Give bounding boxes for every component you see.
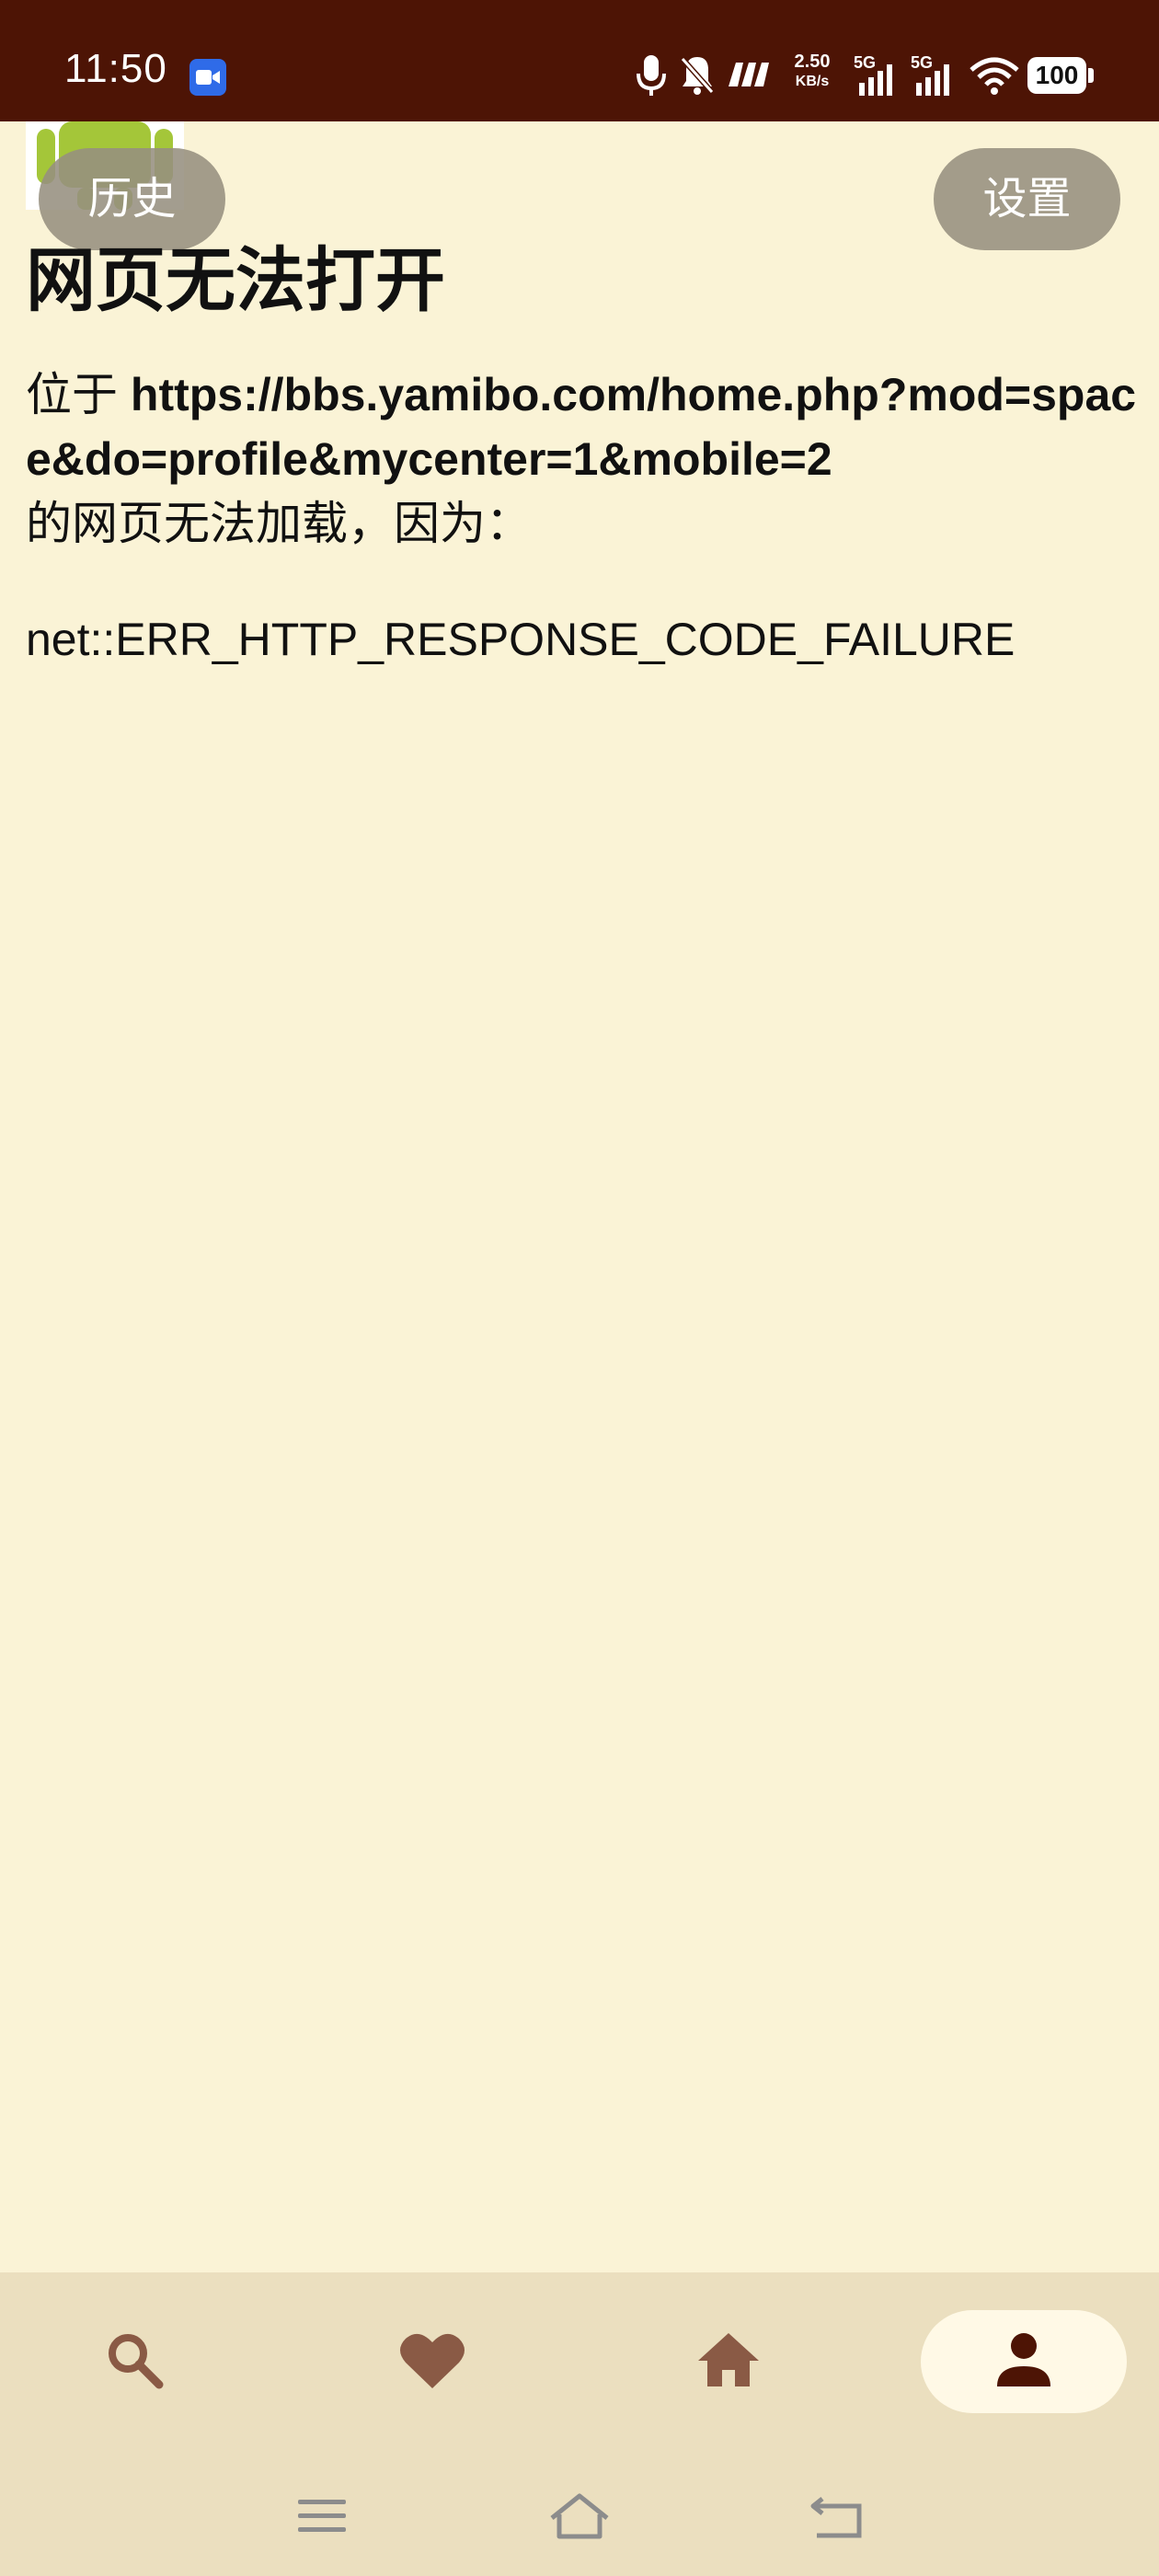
system-nav-bar: [0, 2456, 1159, 2576]
nav-item-search[interactable]: [61, 2309, 208, 2410]
signal-icon-sim1: [855, 63, 898, 102]
microphone-icon: [635, 53, 668, 102]
nav-item-home[interactable]: [655, 2309, 802, 2410]
net-speed-value: 2.50: [794, 52, 831, 72]
net-speed-unit: KB/s: [795, 74, 830, 89]
wifi-icon: [970, 57, 1019, 100]
back-button[interactable]: [800, 2484, 874, 2548]
status-bar: 11:50 2.50 KB/s 5G 5G 100: [0, 0, 1159, 121]
error-url: https://bbs.yamibo.com/home.php?mod=spac…: [26, 369, 1137, 485]
recent-apps-button[interactable]: [285, 2484, 359, 2548]
error-page: 网页无法打开 位于 https://bbs.yamibo.com/home.ph…: [26, 236, 1139, 672]
error-title: 网页无法打开: [26, 242, 445, 320]
battery-tip: [1088, 68, 1094, 83]
battery-indicator: 100: [1027, 57, 1094, 94]
nav-item-profile[interactable]: [950, 2309, 1097, 2410]
error-prefix: 位于: [26, 369, 131, 420]
net-speed: 2.50 KB/s: [785, 52, 840, 92]
carrier-logo-icon: [725, 61, 769, 93]
signal-icon-sim2: [912, 63, 955, 102]
status-time: 11:50: [64, 46, 167, 91]
nav-item-favorites[interactable]: [359, 2309, 506, 2410]
error-description: 位于 https://bbs.yamibo.com/home.php?mod=s…: [26, 362, 1139, 556]
error-code: net::ERR_HTTP_RESPONSE_CODE_FAILURE: [26, 614, 1016, 665]
battery-level: 100: [1027, 57, 1086, 94]
bottom-nav: [0, 2272, 1159, 2456]
home-nav-button[interactable]: [543, 2484, 616, 2548]
bell-off-icon: [679, 53, 716, 100]
video-camera-icon: [189, 59, 226, 96]
error-suffix: 的网页无法加载，因为：: [26, 498, 532, 549]
